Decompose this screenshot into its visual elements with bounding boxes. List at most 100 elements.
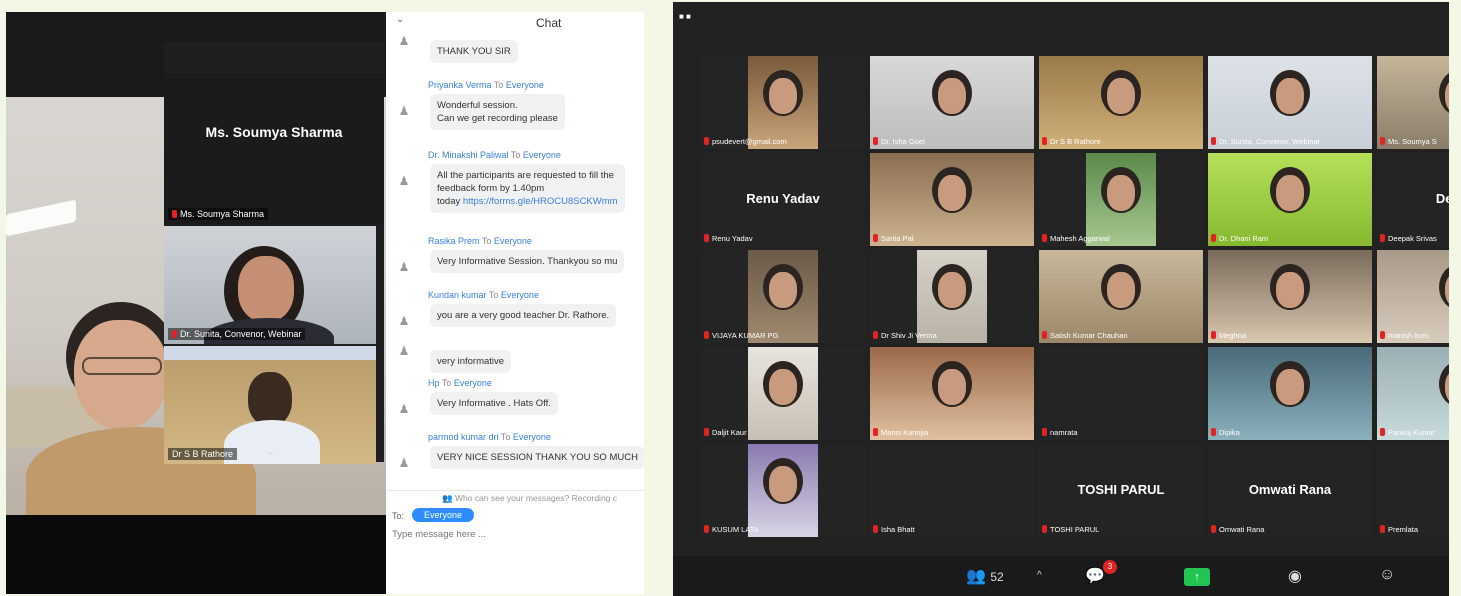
reactions-button[interactable]: ☺ <box>1379 566 1395 584</box>
record-button[interactable]: ◉ <box>1288 566 1302 586</box>
mic-muted-icon <box>1211 234 1216 242</box>
participant-label: Dr Shiv Ji Verma <box>873 331 937 340</box>
chat-input[interactable]: Type message here ... <box>392 529 486 540</box>
chevron-down-icon[interactable]: ⌄ <box>264 442 276 459</box>
participant-label: namrata <box>1042 428 1078 437</box>
participant-tile[interactable]: Pre Premlata <box>1377 444 1449 537</box>
avatar-icon: ♟ <box>398 174 410 188</box>
active-speaker-video: Ms. Soumya Sharma Ms. Soumya Sharma Dr. … <box>6 12 386 594</box>
chat-message: Priyanka Verma To Everyone ♟ Wonderful ses… <box>394 80 644 130</box>
participant-tile[interactable]: Pankaj Kumar <box>1377 347 1449 440</box>
collapse-icon[interactable]: ⌄ <box>396 14 404 25</box>
mic-muted-icon <box>1042 331 1047 339</box>
participant-tile[interactable]: Isha Bhatt <box>870 444 1034 537</box>
participant-tile[interactable]: VIJAYA KUMAR PG <box>701 250 865 343</box>
participant-tile[interactable]: KUSUM LATA <box>701 444 865 537</box>
participant-tile[interactable]: Satish Kumar Chauhan <box>1039 250 1203 343</box>
mic-muted-icon <box>873 234 878 242</box>
message-bubble: Very Informative Session. Thankyou so mu <box>430 250 625 273</box>
message-sender: parmod kumar dri To Everyone <box>428 432 551 442</box>
participant-tile[interactable]: Dr S B Rathore <box>1039 56 1203 149</box>
gallery-grid: psudevert@gmail.com Dr. Isha Goel Dr S B R… <box>701 56 1449 538</box>
participant-name-large: Deepak <box>1435 191 1449 206</box>
participant-tile[interactable]: Sarita Pal <box>870 153 1034 246</box>
mic-muted-icon <box>873 137 878 145</box>
participant-label: Pankaj Kumar <box>1380 428 1435 437</box>
chat-message: parmod kumar dri To Everyone ♟ VERY NICE S… <box>394 432 644 482</box>
participant-tile[interactable]: Mahesh Aggarwal <box>1039 153 1203 246</box>
participant-tile[interactable]: Ms. Soumya S <box>1377 56 1449 149</box>
mic-muted-icon <box>172 330 177 338</box>
right-screenshot: ■ ■ psudevert@gmail.com Dr. Isha Goel Dr S… <box>673 2 1449 596</box>
mic-muted-icon <box>704 234 709 242</box>
message-bubble: THANK YOU SIR <box>430 40 518 63</box>
participant-label: Satish Kumar Chauhan <box>1042 331 1128 340</box>
mic-muted-icon <box>1380 525 1385 533</box>
participant-tile[interactable]: namrata <box>1039 347 1203 440</box>
participant-tile[interactable]: Mansi Kanojia <box>870 347 1034 440</box>
participants-count: 52 <box>990 570 1004 584</box>
to-label: To: <box>392 511 405 521</box>
participant-video <box>1377 250 1449 343</box>
participant-video <box>1377 347 1449 440</box>
message-bubble: All the participants are requested to fi… <box>430 164 625 213</box>
feedback-form-link[interactable]: https://forms.gle/HROCU8SCKWmm <box>463 196 618 207</box>
participant-tile[interactable]: Renu Yadav Renu Yadav <box>701 153 865 246</box>
mic-muted-icon <box>1380 234 1385 242</box>
chat-panel: ⌄ Chat ♟ THANK YOU SIR Priyanka Verma To E… <box>386 12 644 594</box>
participant-name-large: Ms. Soumya Sharma <box>205 124 343 140</box>
chat-message: Dr. Minakshi Paliwal To Everyone ♟ All the… <box>394 150 644 213</box>
participant-label: Dr. Sunita, Convenor, Webinar <box>1211 137 1320 146</box>
participant-tile[interactable]: TOSHI PARUL TOSHI PARUL <box>1039 444 1203 537</box>
chat-title: Chat <box>536 16 562 30</box>
participant-tile[interactable]: Dipika <box>1208 347 1372 440</box>
avatar-icon: ♟ <box>398 456 410 470</box>
participant-tile-name-only[interactable]: Ms. Soumya Sharma Ms. Soumya Sharma <box>164 74 384 224</box>
mic-muted-icon <box>1211 331 1216 339</box>
mic-muted-icon <box>1380 137 1385 145</box>
window-controls[interactable]: ■ ■ <box>679 12 691 21</box>
recipient-select[interactable]: Everyone <box>412 508 475 522</box>
avatar-icon: ♟ <box>398 344 410 358</box>
who-can-see-link[interactable]: 👥 Who can see your messages? Recording c <box>442 493 617 504</box>
avatar-icon: ♟ <box>398 260 410 274</box>
participant-tile[interactable]: Dr Shiv Ji Verma <box>870 250 1034 343</box>
share-screen-button[interactable]: ↑ <box>1184 568 1210 586</box>
participant-tile[interactable]: Meghna <box>1208 250 1372 343</box>
participant-tile[interactable]: Dr. Dhani Ram <box>1208 153 1372 246</box>
mic-muted-icon <box>1211 525 1216 533</box>
mic-muted-icon <box>1042 137 1047 145</box>
avatar-icon: ♟ <box>398 104 410 118</box>
chat-button[interactable]: 💬 <box>1085 566 1105 586</box>
mic-muted-icon <box>1211 428 1216 436</box>
message-bubble: very informative <box>430 350 512 373</box>
chat-footer: 👥 Who can see your messages? Recording c… <box>386 490 644 594</box>
arrow-up-icon: ↑ <box>1194 571 1200 583</box>
participant-label: Premlata <box>1380 525 1418 534</box>
participant-tile[interactable]: Omwati Rana Omwati Rana <box>1208 444 1372 537</box>
left-screenshot: Ms. Soumya Sharma Ms. Soumya Sharma Dr. … <box>6 12 644 594</box>
participants-button[interactable]: 👥 52 <box>966 566 1004 586</box>
participant-tile[interactable]: Deepak Deepak Srivas <box>1377 153 1449 246</box>
mic-muted-icon <box>1211 137 1216 145</box>
mic-muted-icon <box>704 137 709 145</box>
participant-tile[interactable]: Daljit Kaur <box>701 347 865 440</box>
mic-muted-icon <box>873 525 878 533</box>
ceiling-light <box>6 199 76 237</box>
participant-tile[interactable]: Dr. Sunita, Convenor, Webinar <box>1208 56 1372 149</box>
message-sender: Priyanka Verma To Everyone <box>428 80 544 90</box>
participant-label: Mansi Kanojia <box>873 428 928 437</box>
participant-label: manish kum <box>1380 331 1428 340</box>
participant-name-large: Renu Yadav <box>746 191 820 206</box>
participant-label: Mahesh Aggarwal <box>1042 234 1110 243</box>
participant-label: Deepak Srivas <box>1380 234 1437 243</box>
chevron-up-icon[interactable]: ^ <box>1037 570 1042 581</box>
mic-muted-icon <box>873 428 878 436</box>
participant-tile[interactable]: Dr. Isha Goel <box>870 56 1034 149</box>
participant-tile[interactable]: manish kum <box>1377 250 1449 343</box>
participant-strip: Ms. Soumya Sharma Ms. Soumya Sharma Dr. … <box>164 42 384 464</box>
participant-tile[interactable]: psudevert@gmail.com <box>701 56 865 149</box>
participant-label: Dr. Dhani Ram <box>1211 234 1268 243</box>
participant-tile-video[interactable]: Dr. Sunita, Convenor, Webinar <box>164 226 376 344</box>
participant-label: Dipika <box>1211 428 1240 437</box>
